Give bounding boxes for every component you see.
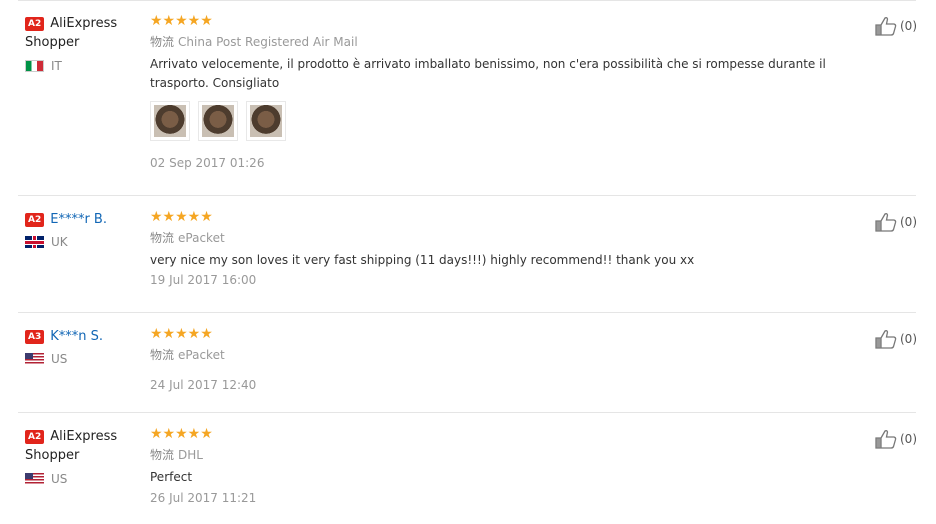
review-text: very nice my son loves it very fast ship… xyxy=(150,253,695,267)
helpful-button[interactable]: (0) xyxy=(875,16,917,36)
review-text: Perfect xyxy=(150,470,193,484)
reviewer-info: A2 AliExpress Shopper IT xyxy=(25,14,145,73)
flag-us-icon xyxy=(25,473,44,485)
review-content: ★★★★★ 物流 DHL Perfect 26 Jul 2017 11:21 xyxy=(150,426,856,506)
flag-us-icon xyxy=(25,353,44,365)
flag-uk-icon xyxy=(25,236,44,248)
reviewer-country: US xyxy=(25,352,145,366)
review-date: 24 Jul 2017 12:40 xyxy=(150,378,257,392)
review-content: ★★★★★ 物流 China Post Registered Air Mail A… xyxy=(150,13,856,171)
reviewer-info: A3 K***n S. US xyxy=(25,327,145,366)
helpful-count: (0) xyxy=(900,19,917,33)
photo-list xyxy=(150,101,856,141)
logistics-label: 物流 xyxy=(150,348,175,362)
logistics-info: 物流 China Post Registered Air Mail xyxy=(150,34,856,50)
logistics-info: 物流 ePacket xyxy=(150,230,856,246)
logistics-method: DHL xyxy=(178,448,203,462)
reviewer-country: US xyxy=(25,472,145,486)
reviewer-name[interactable]: K***n S. xyxy=(50,329,103,344)
level-badge: A2 xyxy=(25,213,45,227)
review-date: 02 Sep 2017 01:26 xyxy=(150,156,265,170)
review-item: A2 AliExpress Shopper US ★★★★★ 物流 DHL Perf… xyxy=(18,413,917,524)
helpful-button[interactable]: (0) xyxy=(875,212,917,232)
helpful-count: (0) xyxy=(900,432,917,446)
review-content: ★★★★★ 物流 ePacket 24 Jul 2017 12:40 xyxy=(150,326,856,393)
star-rating: ★★★★★ xyxy=(150,209,213,225)
country-code: UK xyxy=(51,235,68,249)
level-badge: A3 xyxy=(25,330,45,344)
thumbs-up-icon xyxy=(875,213,897,232)
country-code: US xyxy=(51,472,68,486)
reviewer-country: IT xyxy=(25,59,145,73)
review-photo[interactable] xyxy=(246,101,286,141)
thumbs-up-icon xyxy=(875,330,897,349)
logistics-method: ePacket xyxy=(178,348,225,362)
level-badge: A2 xyxy=(25,17,45,31)
reviewer-country: UK xyxy=(25,235,145,249)
country-code: IT xyxy=(51,59,62,73)
review-date: 26 Jul 2017 11:21 xyxy=(150,491,257,505)
country-code: US xyxy=(51,352,68,366)
logistics-info: 物流 DHL xyxy=(150,447,856,463)
star-rating: ★★★★★ xyxy=(150,13,213,29)
thumbs-up-icon xyxy=(875,17,897,36)
star-rating: ★★★★★ xyxy=(150,326,213,342)
reviewer-name[interactable]: E****r B. xyxy=(50,212,107,227)
review-content: ★★★★★ 物流 ePacket very nice my son loves i… xyxy=(150,209,856,288)
helpful-button[interactable]: (0) xyxy=(875,429,917,449)
level-badge: A2 xyxy=(25,430,45,444)
logistics-label: 物流 xyxy=(150,35,175,49)
thumbs-up-icon xyxy=(875,430,897,449)
star-rating: ★★★★★ xyxy=(150,426,213,442)
flag-it-icon xyxy=(25,60,44,72)
review-text: Arrivato velocemente, il prodotto è arri… xyxy=(150,57,826,90)
helpful-count: (0) xyxy=(900,215,917,229)
logistics-method: ePacket xyxy=(178,231,225,245)
reviewer-info: A2 AliExpress Shopper US xyxy=(25,427,145,486)
review-item: A3 K***n S. US ★★★★★ 物流 ePacket 24 Jul 201… xyxy=(18,313,917,413)
logistics-method: China Post Registered Air Mail xyxy=(178,35,358,49)
logistics-label: 物流 xyxy=(150,448,175,462)
review-photo[interactable] xyxy=(150,101,190,141)
helpful-count: (0) xyxy=(900,332,917,346)
review-item: A2 AliExpress Shopper IT ★★★★★ 物流 China Po… xyxy=(18,0,917,196)
review-photo[interactable] xyxy=(198,101,238,141)
logistics-info: 物流 ePacket xyxy=(150,347,856,363)
logistics-label: 物流 xyxy=(150,231,175,245)
reviewer-info: A2 E****r B. UK xyxy=(25,210,145,249)
review-item: A2 E****r B. UK ★★★★★ 物流 ePacket very nice… xyxy=(18,196,917,313)
review-date: 19 Jul 2017 16:00 xyxy=(150,273,257,287)
helpful-button[interactable]: (0) xyxy=(875,329,917,349)
